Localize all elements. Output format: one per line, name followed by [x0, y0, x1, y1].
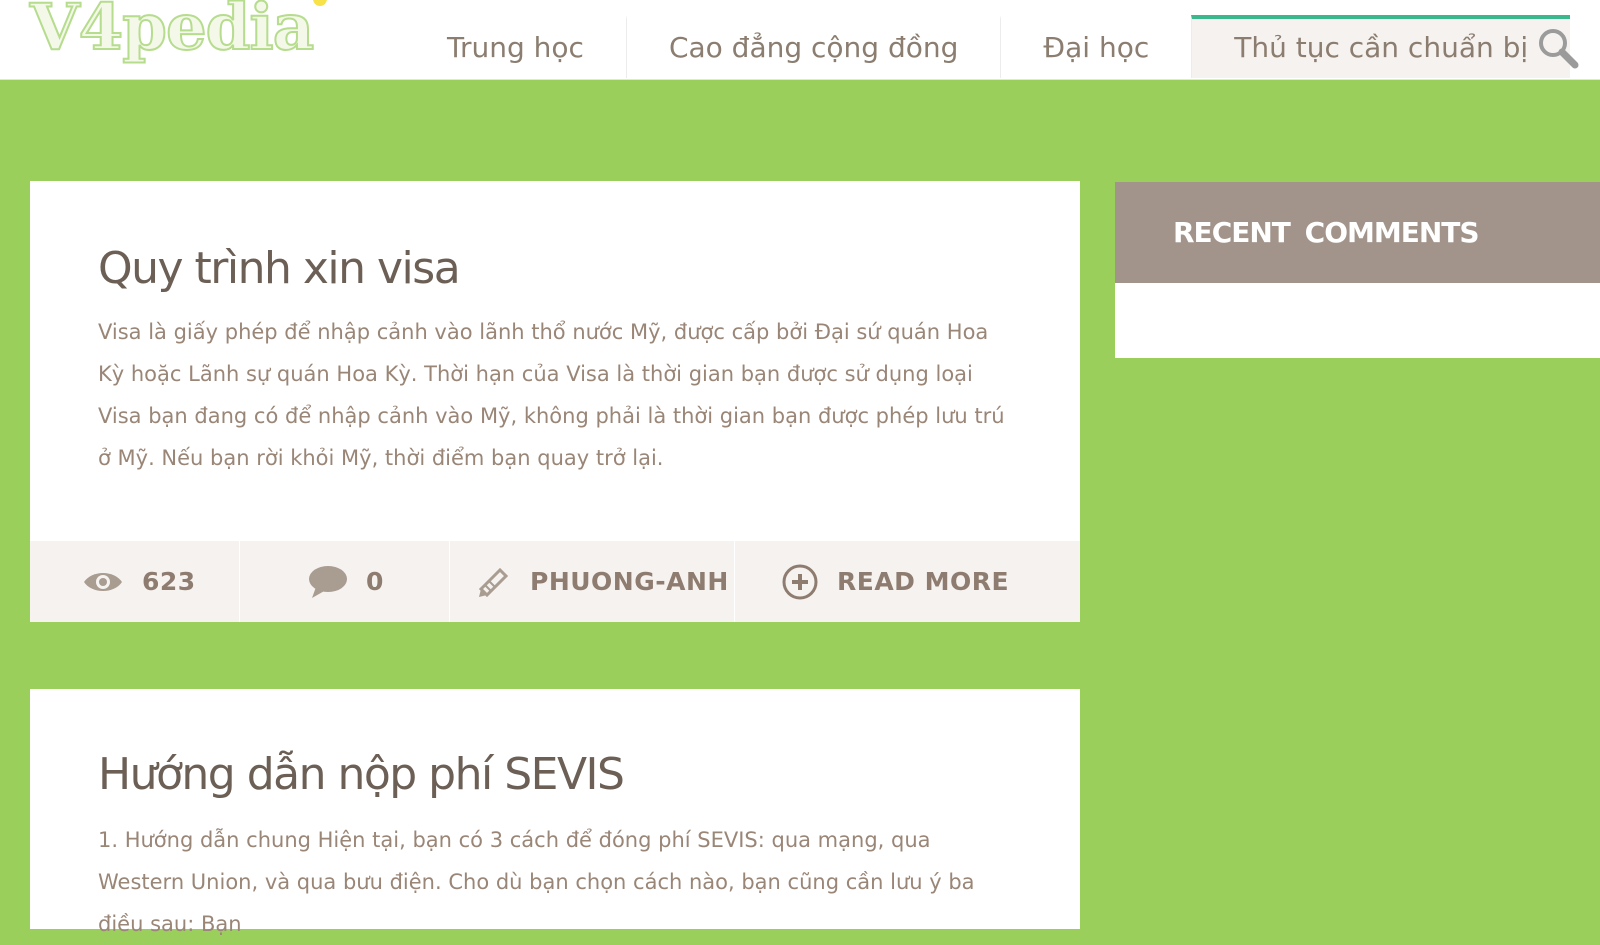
nav-item-cao-dang[interactable]: Cao đẳng cộng đồng	[625, 15, 1000, 78]
widget-title: RECENT COMMENTS	[1173, 216, 1480, 249]
post-title[interactable]: Quy trình xin visa	[98, 243, 461, 294]
logo-sun-icon	[313, 0, 328, 6]
read-more-button[interactable]: READ MORE	[735, 541, 1080, 622]
post-views: 623	[30, 541, 240, 622]
post-excerpt: Visa là giấy phép để nhập cảnh vào lãnh …	[98, 320, 1005, 470]
pencil-icon	[476, 564, 512, 600]
post-comments[interactable]: 0	[240, 541, 450, 622]
recent-comments-header: RECENT COMMENTS	[1115, 182, 1600, 283]
site-logo[interactable]: V4pedia	[29, 0, 328, 72]
search-icon	[1539, 29, 1579, 69]
eye-icon	[82, 568, 124, 596]
views-count: 623	[142, 567, 196, 596]
main-nav: Trung học Cao đẳng cộng đồng Đại học Thủ…	[405, 15, 1571, 78]
comments-count: 0	[366, 567, 384, 596]
author-name: PHUONG-ANH	[530, 567, 729, 596]
search-button[interactable]	[1536, 26, 1580, 70]
post-card: Hướng dẫn nộp phí SEVIS 1. Hướng dẫn chu…	[30, 689, 1080, 936]
read-more-label: READ MORE	[837, 567, 1010, 596]
post-author[interactable]: PHUONG-ANH	[450, 541, 735, 622]
nav-item-dai-hoc[interactable]: Đại học	[1000, 15, 1191, 78]
nav-item-trung-hoc[interactable]: Trung học	[405, 15, 626, 78]
recent-comments-body	[1115, 283, 1600, 358]
post-excerpt: 1. Hướng dẫn chung Hiện tại, bạn có 3 cá…	[98, 828, 975, 936]
comment-icon	[308, 565, 348, 599]
post-title[interactable]: Hướng dẫn nộp phí SEVIS	[98, 749, 625, 800]
site-header: V4pedia Trung học Cao đẳng cộng đồng Đại…	[0, 0, 1600, 80]
post-meta-bar: 623 0 PHUONG-ANH READ MORE	[30, 541, 1080, 622]
post-card: Quy trình xin visa Visa là giấy phép để …	[30, 181, 1080, 622]
logo-text: V4pedia	[29, 0, 315, 66]
plus-circle-icon	[781, 563, 819, 601]
nav-item-thu-tuc[interactable]: Thủ tục cần chuẩn bị	[1191, 15, 1571, 78]
